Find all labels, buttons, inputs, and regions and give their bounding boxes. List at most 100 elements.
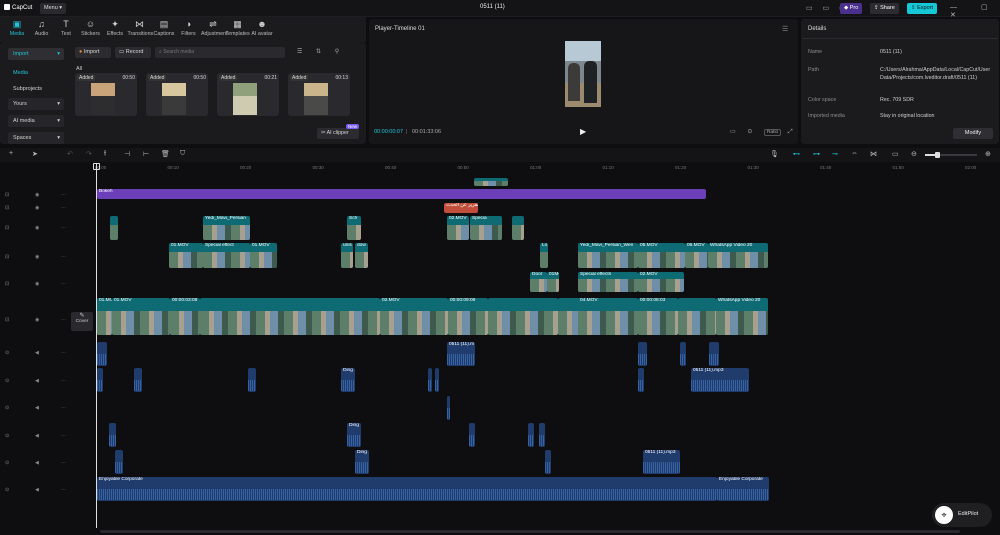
more-icon[interactable]: ⋯ <box>61 350 66 356</box>
view-options[interactable]: ☰ ⇅ ⚲ <box>297 48 345 55</box>
ratio-button[interactable]: Ratio <box>764 129 782 136</box>
main-video-clip[interactable]: WhatsApp Video 20 <box>716 298 768 335</box>
shield-icon[interactable]: ⛉ <box>180 150 185 158</box>
timeline-ruler[interactable]: 00:00 00:10 00:20 00:30 00:40 00:50 01:00 01:10… <box>95 163 1000 175</box>
audio-clip[interactable] <box>528 423 534 447</box>
video-clip[interactable]: 06.MOV <box>685 243 708 268</box>
more-icon[interactable]: ⋯ <box>61 433 66 439</box>
split-left-icon[interactable]: ⊣ <box>124 150 130 158</box>
undo-icon[interactable]: ↶ <box>67 150 73 158</box>
audio-clip[interactable] <box>539 423 545 447</box>
editpilot-button[interactable]: ⌖ EditPilot <box>932 503 992 527</box>
audio-track-icon[interactable]: ⊙ <box>5 487 9 493</box>
audio-clip[interactable] <box>97 342 107 366</box>
tool-stickers[interactable]: ☺ Stickers <box>79 19 103 41</box>
player-controls[interactable]: ▭ ⊙ Ratio ⤢ <box>730 128 798 136</box>
mic-icon[interactable]: 🎙 <box>770 150 779 158</box>
tool-transitions[interactable]: ⋈ Transitions <box>128 19 154 41</box>
main-video-clip[interactable]: 04.MOV <box>578 298 638 335</box>
text-clip[interactable]: تقرير عن الحدث <box>444 203 478 213</box>
more-icon[interactable]: ⋯ <box>61 205 66 211</box>
tool-adjustment[interactable]: ⇌ Adjustment <box>201 19 228 41</box>
video-clip[interactable]: Yedi_Mavi_Persian_Wen <box>578 243 638 268</box>
video-clip[interactable]: unis <box>341 243 353 268</box>
caption-icon[interactable]: ⋈ <box>870 150 877 158</box>
audio-clip[interactable]: Ding <box>341 368 355 392</box>
record-button[interactable]: ▭ Record <box>115 47 151 58</box>
audio-clip[interactable] <box>469 423 475 447</box>
preview-video[interactable] <box>565 41 601 107</box>
lock-icon[interactable]: ⊡ <box>5 317 9 323</box>
cover-button[interactable]: ✎ Cover <box>71 312 93 331</box>
audio-track-icon[interactable]: ⊙ <box>5 433 9 439</box>
sidebar-item-subprojects[interactable]: Subprojects <box>8 83 64 95</box>
video-clip[interactable]: 01MOV <box>547 272 559 292</box>
zoom-in-icon[interactable]: ⊕ <box>985 150 991 158</box>
modify-button[interactable]: Modify <box>953 128 993 139</box>
audio-track-icon[interactable]: ⊙ <box>5 460 9 466</box>
play-button[interactable]: ▶ <box>580 127 586 136</box>
video-clip[interactable]: Specia <box>470 216 502 240</box>
window-controls[interactable]: — ▢ ✕ <box>950 3 1000 19</box>
split-right-icon[interactable]: ⊢ <box>143 150 149 158</box>
audio-clip[interactable] <box>248 368 256 392</box>
tool-ai-avatar[interactable]: ☻ AI avatar <box>250 19 274 41</box>
sidebar-item-ai-media[interactable]: AI media ▾ <box>8 115 64 127</box>
music-clip[interactable]: Enjoyable Corporate <box>717 477 769 501</box>
audio-clip[interactable] <box>97 368 103 392</box>
audio-clip[interactable]: Ding <box>355 450 369 474</box>
main-video-clip[interactable] <box>200 298 380 335</box>
volume-icon[interactable]: ◀ <box>35 433 39 439</box>
video-clip[interactable]: Sch <box>347 216 361 240</box>
video-clip[interactable] <box>512 216 524 240</box>
main-video-clip[interactable]: 00:00:03:08 <box>170 298 200 335</box>
video-clip[interactable]: 02.MOV <box>447 216 469 240</box>
audio-clip[interactable]: 0511 (11).mp3 <box>643 450 680 474</box>
sidebar-item-import[interactable]: Import ▾ <box>8 48 64 60</box>
preview-axis-icon[interactable]: ⊸ <box>832 150 838 158</box>
video-clip[interactable]: Lo <box>540 243 548 268</box>
main-video-clip[interactable]: 01.MOV <box>97 298 112 335</box>
audio-clip[interactable] <box>638 368 644 392</box>
lock-icon[interactable]: ⊡ <box>5 225 9 231</box>
video-clip[interactable]: Door <box>530 272 547 292</box>
more-icon[interactable]: ⋯ <box>61 192 66 198</box>
sidebar-item-media[interactable]: Media <box>8 67 64 79</box>
audio-clip[interactable]: Ding <box>347 423 361 447</box>
audio-clip[interactable] <box>680 342 686 366</box>
video-clip[interactable]: Special effects <box>578 272 638 292</box>
audio-clip[interactable] <box>134 368 142 392</box>
video-clip[interactable]: WhatsApp Video 20 <box>708 243 768 268</box>
select-tool-icon[interactable]: ➤ <box>32 150 38 158</box>
main-video-clip[interactable]: 01.MOV <box>112 298 170 335</box>
volume-icon[interactable]: ◀ <box>35 460 39 466</box>
visibility-icon[interactable]: ◉ <box>35 317 39 323</box>
audio-track-icon[interactable]: ⊙ <box>5 405 9 411</box>
main-video-clip[interactable] <box>678 298 716 335</box>
visibility-icon[interactable]: ◉ <box>35 225 39 231</box>
magnet-icon[interactable]: ⊶ <box>813 150 820 158</box>
media-thumbnail[interactable]: Added 00:50 <box>75 73 137 116</box>
more-icon[interactable]: ⋯ <box>61 487 66 493</box>
visibility-icon[interactable]: ◉ <box>35 192 39 198</box>
tool-audio[interactable]: ♫ Audio <box>30 19 54 41</box>
audio-track-icon[interactable]: ⊙ <box>5 378 9 384</box>
add-track-icon[interactable]: + <box>9 150 13 157</box>
import-button[interactable]: ● Import <box>75 47 111 58</box>
more-icon[interactable]: ⋯ <box>61 225 66 231</box>
visibility-icon[interactable]: ◉ <box>35 254 39 260</box>
lock-icon[interactable]: ⊡ <box>5 192 9 198</box>
audio-clip[interactable]: 0511 (11).m <box>447 342 475 366</box>
playhead[interactable] <box>96 164 97 528</box>
screen-icon[interactable]: ▭ <box>892 150 899 158</box>
more-icon[interactable]: ⋯ <box>61 460 66 466</box>
media-thumbnail[interactable]: Added 00:13 <box>288 73 350 116</box>
music-clip[interactable]: Enjoyable Corporate <box>97 477 717 501</box>
media-thumbnail[interactable]: Added 00:21 <box>217 73 279 116</box>
tool-effects[interactable]: ✦ Effects <box>103 19 127 41</box>
more-icon[interactable]: ⋯ <box>61 281 66 287</box>
horizontal-scrollbar[interactable] <box>100 530 960 533</box>
tool-media[interactable]: ▣ Media <box>5 19 29 41</box>
audio-clip[interactable] <box>435 368 439 392</box>
more-icon[interactable]: ⋯ <box>61 317 66 323</box>
